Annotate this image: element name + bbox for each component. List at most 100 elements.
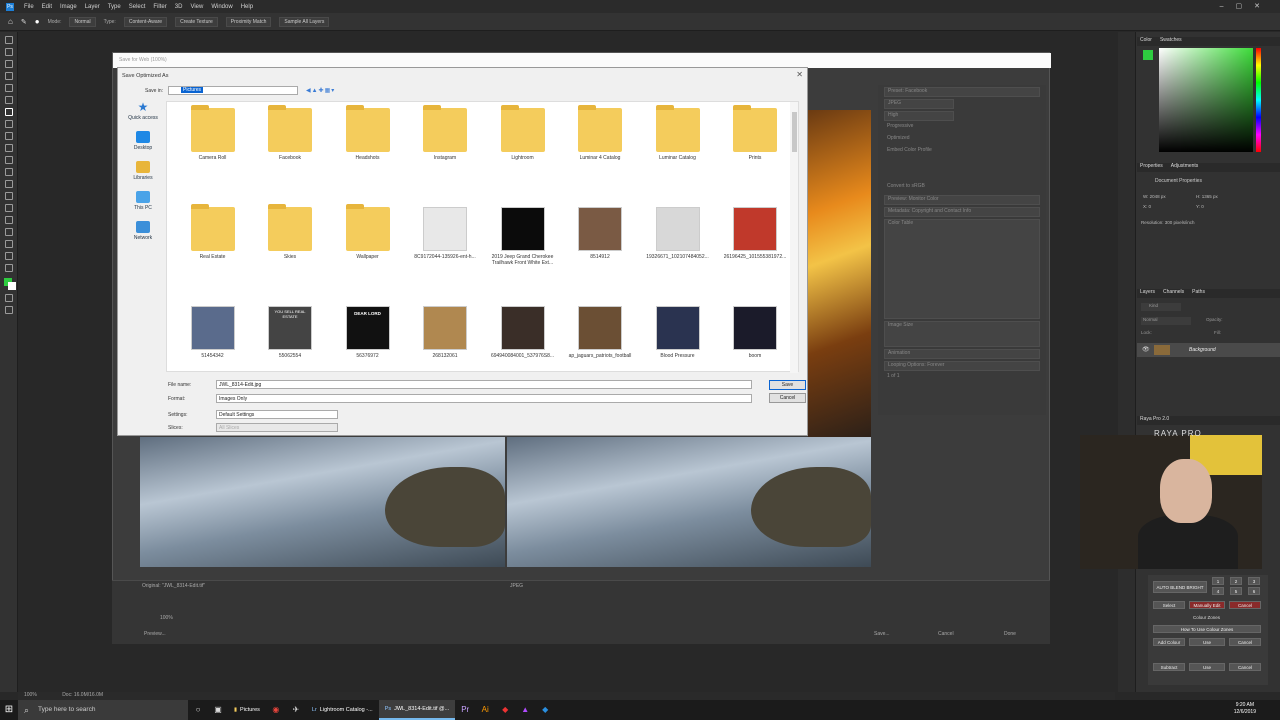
tab-channels[interactable]: Channels — [1163, 289, 1184, 295]
foreground-color-chip[interactable] — [1143, 50, 1153, 60]
color-picker-field[interactable] — [1159, 48, 1253, 152]
use-button[interactable]: Use — [1189, 638, 1225, 646]
save-button[interactable]: Save — [769, 380, 806, 390]
menu-filter[interactable]: Filter — [153, 4, 166, 10]
image-file-item[interactable]: DEAR LORD 56376972 — [330, 306, 405, 359]
cancel-button[interactable]: Cancel — [769, 393, 806, 403]
manually-edit-button[interactable]: Manually Edit — [1189, 601, 1225, 609]
progressive-checkbox[interactable]: Progressive — [884, 123, 1040, 133]
folder-item[interactable]: Instagram — [408, 105, 483, 161]
sfw-cancel-button[interactable]: Cancel — [938, 631, 954, 637]
tab-paths[interactable]: Paths — [1192, 289, 1205, 295]
app-icon-blue[interactable]: ◆ — [535, 700, 555, 720]
brush-icon[interactable]: ✎ — [21, 18, 27, 26]
folder-item[interactable]: Luminar Catalog — [640, 105, 715, 161]
raya-cancel-button[interactable]: Cancel — [1229, 601, 1261, 609]
path-select-tool-icon[interactable] — [4, 228, 13, 236]
settings-select[interactable]: Default Settings — [216, 410, 338, 419]
cancel-subtract-button[interactable]: Cancel — [1229, 663, 1261, 671]
menu-file[interactable]: File — [24, 4, 34, 10]
quality-select[interactable]: High — [884, 111, 954, 121]
preview-button[interactable]: Preview... — [144, 631, 166, 637]
looping-select[interactable]: Looping Options: Forever — [884, 361, 1040, 371]
create-texture-radio[interactable]: Create Texture — [175, 16, 218, 27]
dodge-tool-icon[interactable] — [4, 192, 13, 200]
stamp-tool-icon[interactable] — [4, 132, 13, 140]
folder-item[interactable]: Lightroom — [485, 105, 560, 161]
metadata-select[interactable]: Metadata: Copyright and Contact Info — [884, 207, 1040, 217]
image-file-item[interactable]: 694940084001_537976S8... — [485, 306, 560, 359]
place-libraries[interactable]: Libraries — [122, 161, 164, 181]
num-button-3[interactable]: 3 — [1248, 577, 1260, 585]
convert-srgb-checkbox[interactable]: Convert to sRGB — [884, 183, 1040, 193]
height-value[interactable]: H: 1365 px — [1196, 194, 1218, 199]
background-color-swatch[interactable] — [8, 282, 16, 290]
file-name-input[interactable]: JWL_8314-Edit.jpg — [216, 380, 752, 389]
tab-layers[interactable]: Layers — [1140, 289, 1155, 295]
zoom-select[interactable]: 100% — [160, 615, 173, 621]
content-aware-radio[interactable]: Content-Aware — [123, 16, 168, 27]
folder-item[interactable]: Skies — [253, 204, 328, 260]
app-icon-red[interactable]: ◆ — [495, 700, 515, 720]
raya-title[interactable]: Raya Pro 2.0 — [1140, 416, 1169, 422]
folder-item[interactable]: Facebook — [253, 105, 328, 161]
blend-mode-select[interactable]: Normal — [1141, 317, 1191, 325]
save-in-select[interactable]: Pictures — [168, 86, 298, 95]
crop-tool-icon[interactable] — [4, 84, 13, 92]
eyedropper-tool-icon[interactable] — [4, 96, 13, 104]
place-this-pc[interactable]: This PC — [122, 191, 164, 211]
preset-select[interactable]: Preset: Facebook — [884, 87, 1040, 97]
num-button-1[interactable]: 1 — [1212, 577, 1224, 585]
menu-window[interactable]: Window — [211, 4, 232, 10]
image-file-item[interactable]: 8C9172044-135926-ent-h... — [408, 207, 483, 260]
lasso-tool-icon[interactable] — [4, 60, 13, 68]
add-colour-button[interactable]: Add Colour — [1153, 638, 1185, 646]
app-icon-triangle[interactable]: ▲ — [515, 700, 535, 720]
folder-nav-icons[interactable]: ◀▲✚▦▾ — [306, 87, 335, 94]
optimized-checkbox[interactable]: Optimized — [884, 135, 1040, 145]
folder-item[interactable]: Headshots — [330, 105, 405, 161]
cortana-icon[interactable]: ○ — [188, 700, 208, 720]
image-file-item[interactable]: 26196425_101555381972... — [718, 207, 793, 260]
tab-properties[interactable]: Properties — [1140, 163, 1163, 169]
eye-icon[interactable]: 👁 — [1142, 346, 1150, 353]
blur-tool-icon[interactable] — [4, 180, 13, 188]
cancel-colour-button[interactable]: Cancel — [1229, 638, 1261, 646]
num-button-2[interactable]: 2 — [1230, 577, 1242, 585]
healing-tool-icon[interactable] — [4, 108, 13, 116]
sfw-save-button[interactable]: Save... — [874, 631, 890, 637]
menu-view[interactable]: View — [190, 4, 203, 10]
image-file-item[interactable]: 268132061 — [408, 306, 483, 359]
illustrator-icon[interactable]: Ai — [475, 700, 495, 720]
use-subtract-button[interactable]: Use — [1189, 663, 1225, 671]
close-icon[interactable]: ✕ — [796, 70, 803, 79]
pen-tool-icon[interactable] — [4, 204, 13, 212]
layer-filter-kind[interactable]: Kind — [1141, 303, 1181, 311]
image-file-item[interactable]: 2019 Jeep Grand Cherokee Trailhawk Front… — [485, 207, 560, 266]
history-brush-tool-icon[interactable] — [4, 144, 13, 152]
folder-item[interactable]: Real Estate — [175, 204, 250, 260]
num-button-5[interactable]: 5 — [1230, 587, 1242, 595]
home-icon[interactable]: ⌂ — [8, 17, 13, 26]
num-button-4[interactable]: 4 — [1212, 587, 1224, 595]
how-to-colour-zones-button[interactable]: How To Use Colour Zones — [1153, 625, 1261, 633]
chrome-icon[interactable]: ◉ — [266, 700, 286, 720]
steam-icon[interactable]: ✈ — [286, 700, 306, 720]
menu-select[interactable]: Select — [129, 4, 146, 10]
place-desktop[interactable]: Desktop — [122, 131, 164, 151]
taskbar-lightroom[interactable]: Lr Lightroom Catalog -... — [306, 700, 379, 720]
place-quick-access[interactable]: ★ Quick access — [122, 101, 164, 121]
windows-start-icon[interactable]: ⊞ — [0, 700, 18, 720]
photoshop-logo-icon[interactable]: Ps — [6, 2, 14, 11]
num-button-6[interactable]: 6 — [1248, 587, 1260, 595]
folder-item[interactable]: Camera Roll — [175, 105, 250, 161]
hand-tool-icon[interactable] — [4, 252, 13, 260]
tab-swatches[interactable]: Swatches — [1160, 37, 1182, 43]
zoom-tool-icon[interactable] — [4, 264, 13, 272]
menu-layer[interactable]: Layer — [85, 4, 100, 10]
taskbar-clock[interactable]: 9:20 AM 12/6/2019 — [1234, 702, 1256, 716]
image-file-item[interactable]: boom — [718, 306, 793, 359]
quick-mask-icon[interactable] — [4, 294, 13, 302]
window-controls[interactable]: –▢✕ — [1220, 2, 1272, 10]
subtract-button[interactable]: Subtract — [1153, 663, 1185, 671]
